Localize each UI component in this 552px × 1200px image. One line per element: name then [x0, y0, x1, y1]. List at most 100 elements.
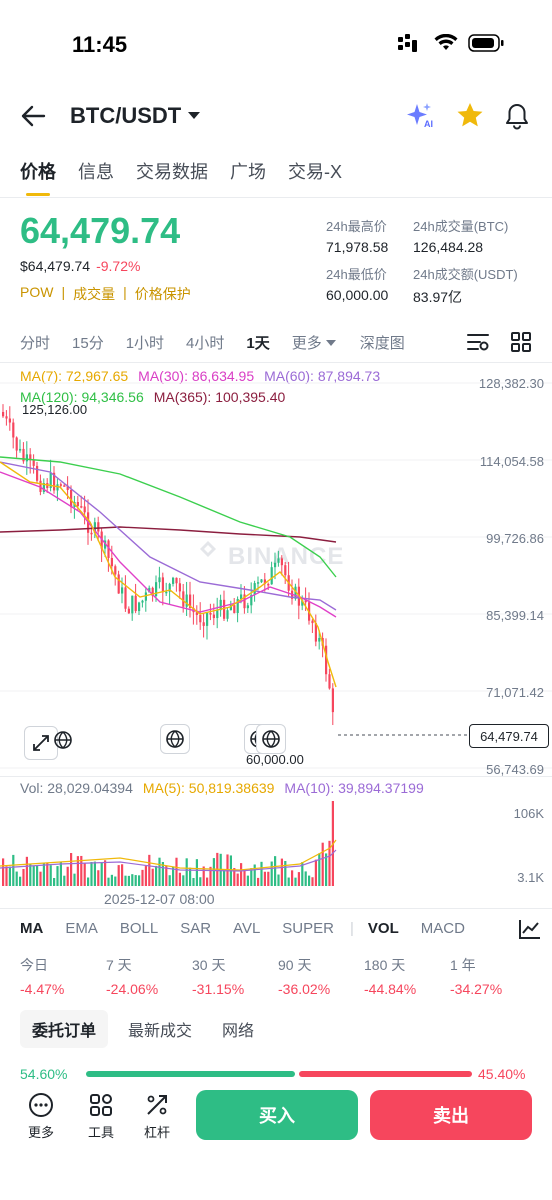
candle-body — [267, 583, 270, 586]
sell-button[interactable]: 卖出 — [370, 1090, 532, 1140]
interval-more[interactable]: 更多 — [292, 332, 336, 353]
tab-recent-trades[interactable]: 最新成交 — [118, 1010, 202, 1048]
sell-ratio-fill — [298, 1071, 472, 1077]
indicator-settings-icon[interactable] — [518, 918, 542, 945]
volume-bar — [22, 868, 25, 886]
volume-bar — [165, 866, 168, 886]
volume-bar — [66, 866, 69, 886]
volume-bar — [8, 866, 11, 886]
candlestick-chart[interactable]: BINANCE — [0, 362, 552, 776]
candle-body — [83, 506, 86, 513]
volume-bar — [175, 857, 178, 886]
event-marker-4[interactable] — [256, 724, 286, 754]
volume-bar — [297, 872, 300, 886]
candle-body — [199, 614, 202, 623]
candle-body — [161, 577, 164, 593]
globe-icon — [54, 731, 72, 749]
back-arrow-icon[interactable] — [20, 104, 46, 133]
volume-bar — [260, 861, 263, 886]
interval-4h[interactable]: 4小时 — [186, 332, 224, 353]
volume-bar — [12, 854, 15, 886]
perf-1y: 1 年 -34.27% — [450, 955, 536, 997]
candle-body — [5, 416, 8, 419]
candle-body — [311, 620, 314, 624]
tag-pow[interactable]: POW — [20, 284, 53, 304]
chart-settings-icon[interactable] — [466, 332, 490, 357]
volume-bar — [321, 842, 324, 886]
layout-grid-icon[interactable] — [510, 331, 532, 358]
tab-price[interactable]: 价格 — [20, 158, 56, 196]
y-tick-3: 99,726.86 — [486, 531, 544, 546]
wifi-icon — [434, 34, 458, 50]
volume-bar — [199, 877, 202, 886]
ind-boll[interactable]: BOLL — [120, 920, 158, 937]
volume-bar — [32, 865, 35, 886]
nav-tools[interactable]: 工具 — [88, 1092, 114, 1141]
volume-bar — [141, 869, 144, 886]
stat-high-value: 71,978.58 — [326, 239, 389, 255]
perf-label: 180 天 — [364, 957, 406, 973]
candle-body — [8, 418, 11, 423]
volume-bar — [49, 865, 52, 886]
ind-macd[interactable]: MACD — [421, 920, 465, 937]
interval-1h[interactable]: 1小时 — [126, 332, 164, 353]
candle-body — [212, 614, 215, 619]
candle-body — [209, 612, 212, 615]
perf-value: -24.06% — [106, 981, 159, 997]
time-axis-label: 2025-12-07 08:00 — [104, 891, 215, 907]
volume-bar — [206, 877, 209, 886]
tab-trade-x[interactable]: 交易-X — [288, 158, 342, 184]
volume-bar — [87, 877, 90, 886]
ind-ma[interactable]: MA — [20, 920, 43, 937]
tab-network[interactable]: 网络 — [212, 1010, 264, 1048]
buy-button[interactable]: 买入 — [196, 1090, 358, 1140]
interval-1d[interactable]: 1天 — [246, 332, 269, 353]
perf-7d: 7 天 -24.06% — [106, 955, 192, 997]
ai-sparkle-icon[interactable]: AI — [406, 102, 436, 130]
tag-volume[interactable]: 成交量 — [73, 284, 115, 304]
candle-body — [144, 592, 147, 601]
favorite-star-icon[interactable] — [456, 102, 484, 133]
ind-sar[interactable]: SAR — [180, 920, 211, 937]
event-marker-2[interactable] — [160, 724, 190, 754]
ind-super[interactable]: SUPER — [282, 920, 334, 937]
bell-icon[interactable] — [504, 102, 530, 135]
volume-bar — [236, 873, 239, 886]
more-icon — [29, 1093, 53, 1117]
ind-vol[interactable]: VOL — [368, 920, 399, 937]
volume-bar — [314, 859, 317, 886]
nav-more[interactable]: 更多 — [28, 1092, 54, 1141]
candle-body — [36, 465, 39, 481]
tools-grid-icon — [90, 1094, 112, 1116]
tab-trading-data[interactable]: 交易数据 — [136, 158, 208, 184]
nav-leverage[interactable]: 杠杆 — [144, 1092, 170, 1141]
pair-selector[interactable]: BTC/USDT — [70, 103, 201, 129]
ma365-line — [0, 526, 337, 543]
signal-icon — [398, 34, 417, 52]
tab-square[interactable]: 广场 — [230, 158, 266, 184]
interval-more-label: 更多 — [291, 335, 322, 352]
tab-open-orders[interactable]: 委托订单 — [20, 1010, 109, 1048]
volume-bar — [138, 875, 141, 886]
volume-bar — [131, 874, 134, 886]
volume-bar — [5, 866, 8, 886]
candle-body — [277, 558, 280, 563]
volume-bar — [155, 865, 158, 886]
candle-body — [223, 599, 226, 619]
interval-timeline[interactable]: 分时 — [20, 332, 50, 353]
event-marker-1[interactable] — [50, 726, 76, 754]
perf-label: 90 天 — [278, 957, 312, 973]
globe-icon — [262, 730, 280, 748]
tab-info[interactable]: 信息 — [78, 158, 114, 184]
ind-ema[interactable]: EMA — [65, 920, 98, 937]
tag-price-protection[interactable]: 价格保护 — [135, 284, 191, 304]
interval-15m[interactable]: 15分 — [72, 332, 104, 353]
price-tags: POW | 成交量 | 价格保护 — [20, 284, 191, 304]
stat-high: 24h最高价 71,978.58 — [326, 216, 388, 255]
volume-bar — [284, 860, 287, 886]
interval-depth[interactable]: 深度图 — [360, 332, 405, 353]
ind-avl[interactable]: AVL — [233, 920, 260, 937]
volume-bar — [274, 856, 277, 886]
volume-bar — [257, 877, 260, 886]
perf-label: 今日 — [20, 957, 48, 973]
